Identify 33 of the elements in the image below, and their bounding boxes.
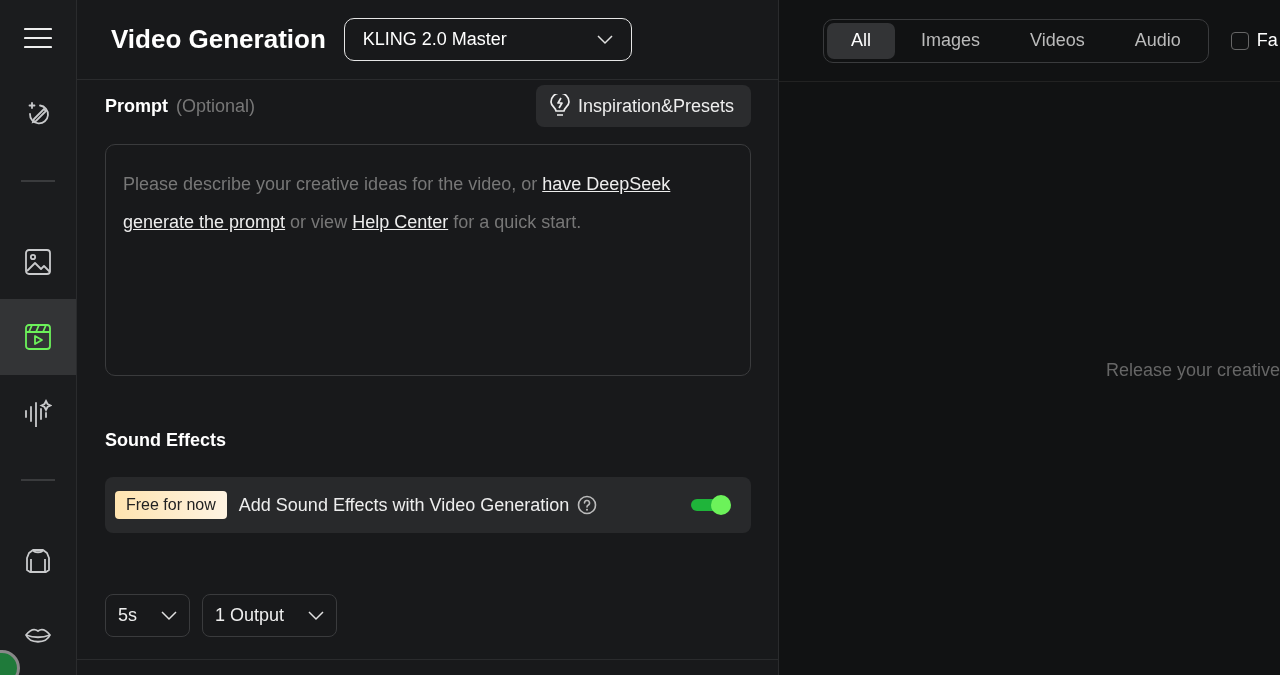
prompt-input-field[interactable]: Please describe your creative ideas for the video, or have DeepSeek generate the prompt or view Help Center for a quick start. (105, 144, 751, 376)
prompt-label: Prompt (105, 95, 168, 116)
chevron-down-icon (308, 610, 325, 621)
filter-tab[interactable]: Audio (1110, 22, 1205, 59)
favorites-label: Fa (1256, 30, 1278, 51)
filter-tab[interactable]: All (827, 22, 895, 59)
menu-icon[interactable] (24, 26, 52, 49)
filter-tab[interactable]: Images (897, 22, 1005, 59)
chevron-down-icon (596, 34, 613, 45)
shirt-icon[interactable] (24, 547, 52, 576)
image-icon[interactable] (24, 247, 52, 276)
favorites-checkbox[interactable] (1230, 31, 1249, 50)
chevron-down-icon (161, 610, 177, 621)
prompt-link[interactable]: Help Center (352, 212, 449, 232)
model-dropdown[interactable]: KLING 2.0 Master (343, 18, 632, 61)
sound-effects-label: Add Sound Effects with Video Generation (238, 494, 570, 516)
free-badge: Free for now (115, 491, 227, 519)
page-title: Video Generation (111, 24, 326, 55)
lightbulb-icon (549, 94, 570, 118)
empty-state-text: Release your creative (1105, 360, 1280, 381)
section-title: Sound Effects (105, 430, 227, 451)
sound-effects-toggle[interactable] (691, 493, 731, 517)
sound-wave-icon[interactable] (24, 399, 52, 428)
help-icon[interactable] (577, 495, 598, 515)
optional-hint: (Optional) (176, 95, 256, 116)
prompt-link[interactable]: generate the prompt (123, 212, 286, 232)
option-dropdown[interactable]: 5s (105, 594, 190, 637)
inspiration-presets-button[interactable]: Inspiration&Presets (535, 85, 751, 127)
video-icon[interactable] (24, 323, 52, 352)
option-dropdown[interactable]: 1 Output (202, 594, 338, 637)
prompt-link[interactable]: have DeepSeek (542, 174, 671, 194)
sidebar-item[interactable] (0, 299, 76, 376)
filter-tab[interactable]: Videos (1006, 22, 1109, 59)
